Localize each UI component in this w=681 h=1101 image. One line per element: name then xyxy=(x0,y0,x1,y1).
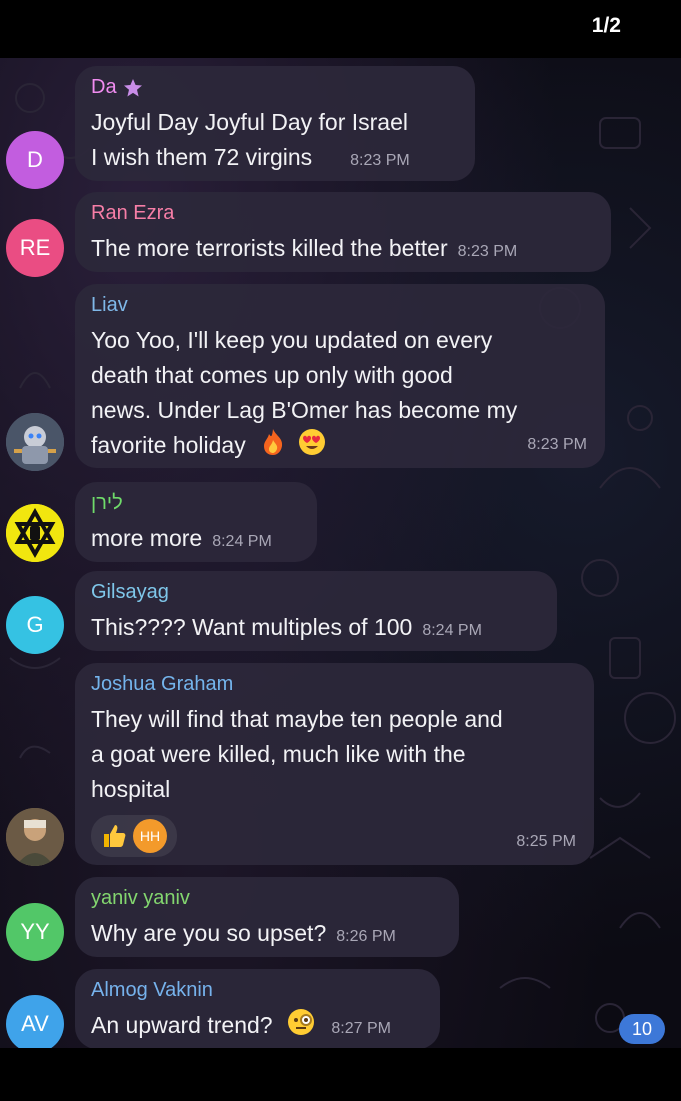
message-text: An upward trend? 8:27 PM xyxy=(91,1008,424,1046)
sender-name[interactable]: Almog Vaknin xyxy=(91,979,424,1002)
message-text: This???? Want multiples of 100 8:24 PM xyxy=(91,614,482,640)
avatar-initials: RE xyxy=(19,235,51,260)
message-text: Joyful Day Joyful Day for Israel I wish … xyxy=(91,109,410,170)
sender-name[interactable]: Da xyxy=(91,76,459,99)
message-text: They will find that maybe ten people and… xyxy=(91,706,503,802)
message-bubble[interactable]: Almog Vaknin An upward trend? 8:27 PM xyxy=(75,969,440,1048)
robot-image-icon xyxy=(6,413,64,471)
message-bubble[interactable]: Gilsayag This???? Want multiples of 100 8… xyxy=(75,571,557,651)
avatar-da[interactable]: D xyxy=(6,131,64,189)
sender-name[interactable]: Gilsayag xyxy=(91,581,541,604)
message-time: 8:26 PM xyxy=(336,928,396,945)
message-bubble[interactable]: Ran Ezra The more terrorists killed the … xyxy=(75,192,611,272)
sender-name[interactable]: לירן xyxy=(91,492,301,515)
message-text: The more terrorists killed the better 8:2… xyxy=(91,235,518,261)
message-bubble[interactable]: yaniv yaniv Why are you so upset? 8:26 PM xyxy=(75,877,459,957)
message-text: more more 8:24 PM xyxy=(91,525,272,551)
avatar-initials: D xyxy=(27,147,43,172)
message-bubble[interactable]: Joshua Graham They will find that maybe … xyxy=(75,663,594,865)
message-time: 8:23 PM xyxy=(457,243,518,260)
avatar-joshua-graham[interactable] xyxy=(6,808,64,866)
star-icon xyxy=(123,78,142,96)
reaction-user-avatar: HH xyxy=(133,819,167,853)
monocle-face-emoji-icon xyxy=(287,1008,315,1046)
person-photo-icon xyxy=(6,808,64,866)
message-time: 8:24 PM xyxy=(212,533,272,550)
reaction-chip[interactable]: HH xyxy=(91,815,177,857)
avatar-liran[interactable] xyxy=(6,504,64,562)
message-text: Yoo Yoo, I'll keep you updated on every … xyxy=(91,323,589,466)
message-time: 8:23 PM xyxy=(527,436,587,453)
sender-label: Gilsayag xyxy=(91,581,169,603)
page-counter: 1/2 xyxy=(591,14,621,37)
message-bubble[interactable]: לירן more more 8:24 PM xyxy=(75,482,317,562)
fire-emoji-icon xyxy=(260,428,286,466)
avatar-almog-vaknin[interactable]: AV xyxy=(6,995,64,1048)
sender-label: Joshua Graham xyxy=(91,673,234,695)
message-bubble[interactable]: Liav Yoo Yoo, I'll keep you updated on e… xyxy=(75,284,605,468)
chat-area[interactable]: D Da Joyful Day Joyful Day for Israel I … xyxy=(0,58,681,1048)
message-bubble[interactable]: Da Joyful Day Joyful Day for Israel I wi… xyxy=(75,66,475,181)
message-text: Why are you so upset? 8:26 PM xyxy=(91,920,396,946)
avatar-ran-ezra[interactable]: RE xyxy=(6,219,64,277)
sender-label: Liav xyxy=(91,294,128,316)
sender-label: לירן xyxy=(91,492,123,514)
star-of-david-fist-icon xyxy=(6,504,64,562)
avatar-initials: G xyxy=(26,612,44,637)
avatar-gilsayag[interactable]: G xyxy=(6,596,64,654)
avatar-initials: AV xyxy=(21,1011,49,1036)
thumbs-up-icon xyxy=(104,825,126,847)
sender-name[interactable]: Ran Ezra xyxy=(91,202,595,225)
sender-label: Ran Ezra xyxy=(91,202,175,224)
message-time: 8:25 PM xyxy=(516,833,576,850)
unread-count-badge[interactable]: 10 xyxy=(619,1014,665,1044)
avatar-yaniv-yaniv[interactable]: YY xyxy=(6,903,64,961)
avatar-initials: YY xyxy=(20,919,50,944)
message-time: 8:27 PM xyxy=(331,1020,391,1038)
sender-name[interactable]: yaniv yaniv xyxy=(91,887,443,910)
sender-name[interactable]: Joshua Graham xyxy=(91,673,578,696)
message-time: 8:24 PM xyxy=(422,622,482,639)
sender-label: Almog Vaknin xyxy=(91,979,213,1001)
message-time: 8:23 PM xyxy=(350,152,410,169)
bottom-bar xyxy=(0,1048,681,1101)
sender-label: Da xyxy=(91,76,117,98)
sender-name[interactable]: Liav xyxy=(91,294,589,317)
sender-label: yaniv yaniv xyxy=(91,887,190,909)
heart-eyes-emoji-icon xyxy=(298,428,326,466)
avatar-liav[interactable] xyxy=(6,413,64,471)
